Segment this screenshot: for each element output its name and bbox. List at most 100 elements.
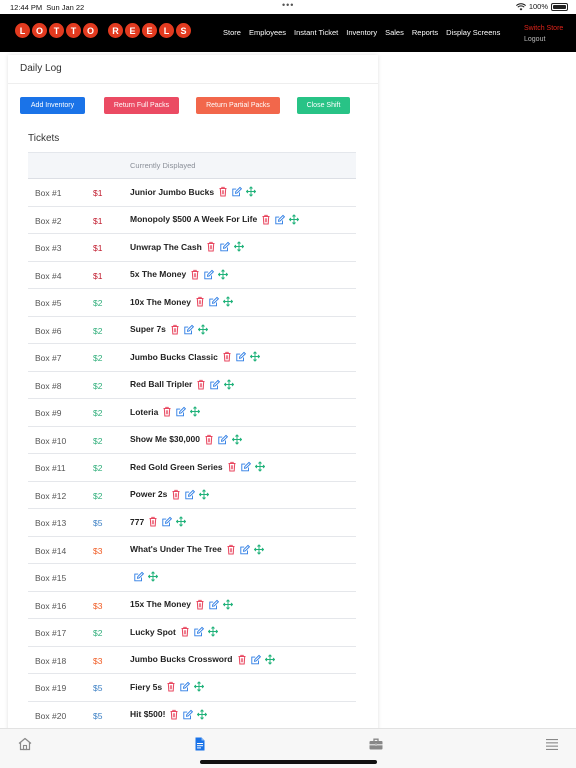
move-icon[interactable] <box>197 708 208 720</box>
move-icon[interactable] <box>197 323 208 335</box>
move-icon[interactable] <box>231 433 242 445</box>
delete-icon[interactable] <box>195 296 205 307</box>
edit-icon[interactable] <box>194 626 204 637</box>
move-icon[interactable] <box>233 241 244 252</box>
delete-icon[interactable] <box>162 406 172 417</box>
ticket-name: Super 7s <box>130 324 166 334</box>
edit-icon[interactable] <box>176 406 187 417</box>
status-bar: 12:44 PM Sun Jan 22 ••• 100% <box>0 0 576 14</box>
close-shift-button[interactable]: Close Shift <box>297 97 350 114</box>
ticket-name: Red Ball Tripler <box>130 379 193 389</box>
delete-icon[interactable] <box>171 489 181 500</box>
edit-icon[interactable] <box>210 379 221 390</box>
edit-icon[interactable] <box>180 681 191 692</box>
delete-icon[interactable] <box>261 214 271 225</box>
tab-inventory[interactable] <box>368 736 384 752</box>
ticket-price: $5 <box>93 710 103 721</box>
move-icon[interactable] <box>254 461 265 472</box>
move-icon[interactable] <box>249 351 260 362</box>
nav-link-sales[interactable]: Sales <box>385 28 404 37</box>
ticket-name: Junior Jumbo Bucks <box>130 186 215 197</box>
home-indicator[interactable] <box>200 760 377 764</box>
ticket-price: $1 <box>93 243 103 253</box>
ticket-price: $1 <box>93 215 103 226</box>
move-icon[interactable] <box>176 516 187 527</box>
delete-icon[interactable] <box>227 461 237 472</box>
nav-link-inventory[interactable]: Inventory <box>346 28 377 37</box>
ticket-name: 777 <box>130 516 145 527</box>
delete-icon[interactable] <box>226 544 236 555</box>
box-number: Box #4 <box>35 270 62 281</box>
nav-link-instant-ticket[interactable]: Instant Ticket <box>294 28 338 37</box>
delete-icon[interactable] <box>218 186 228 197</box>
move-icon[interactable] <box>222 598 233 610</box>
delete-icon[interactable] <box>166 681 176 692</box>
multitask-dots-icon[interactable]: ••• <box>282 0 294 10</box>
tab-menu[interactable] <box>544 736 560 752</box>
daily-log-card: Daily Log Add Inventory Return Full Pack… <box>8 55 378 735</box>
delete-icon[interactable] <box>195 599 205 610</box>
delete-icon[interactable] <box>206 241 216 252</box>
ticket-price: $2 <box>93 463 103 473</box>
edit-icon[interactable] <box>220 241 230 252</box>
move-icon[interactable] <box>264 653 275 665</box>
delete-icon[interactable] <box>222 351 232 362</box>
box-number: Box #15 <box>35 573 67 583</box>
switch-store-link[interactable]: Switch Store <box>524 23 563 34</box>
move-icon[interactable] <box>289 213 300 225</box>
box-number: Box #11 <box>35 463 66 473</box>
logo-gap <box>100 23 106 38</box>
menu-icon <box>546 739 558 750</box>
table-row: Box #5 $2 10x The Money <box>28 289 356 317</box>
return-full-packs-button[interactable]: Return Full Packs <box>104 97 179 114</box>
edit-icon[interactable] <box>162 516 173 527</box>
table-row: Box #13 $5 777 <box>28 509 356 537</box>
ticket-name: 10x The Money <box>130 296 191 307</box>
move-icon[interactable] <box>194 681 205 692</box>
edit-icon[interactable] <box>275 214 286 225</box>
logout-link[interactable]: Logout <box>524 34 563 45</box>
table-row: Box #19 $5 Fiery 5s <box>28 674 356 702</box>
move-icon[interactable] <box>190 406 201 417</box>
nav-link-store[interactable]: Store <box>223 28 241 37</box>
lotto-reels-logo[interactable]: LOTTOREELS <box>15 23 191 38</box>
edit-icon[interactable] <box>218 434 228 445</box>
move-icon[interactable] <box>246 186 257 197</box>
edit-icon[interactable] <box>232 186 243 197</box>
delete-icon[interactable] <box>170 324 180 335</box>
delete-icon[interactable] <box>237 654 247 665</box>
delete-icon[interactable] <box>169 709 179 720</box>
edit-icon[interactable] <box>236 351 246 362</box>
edit-icon[interactable] <box>240 461 251 472</box>
delete-icon[interactable] <box>196 379 206 390</box>
edit-icon[interactable] <box>209 599 219 610</box>
edit-icon[interactable] <box>204 269 215 280</box>
return-partial-packs-button[interactable]: Return Partial Packs <box>196 97 280 114</box>
move-icon[interactable] <box>253 543 264 555</box>
box-number: Box #8 <box>35 380 62 391</box>
nav-link-employees[interactable]: Employees <box>249 28 286 37</box>
move-icon[interactable] <box>199 488 210 500</box>
ticket-cell: Power 2s <box>130 488 210 500</box>
move-icon[interactable] <box>148 571 158 582</box>
move-icon[interactable] <box>224 378 235 390</box>
nav-link-display-screens[interactable]: Display Screens <box>446 28 500 37</box>
move-icon[interactable] <box>218 268 229 280</box>
nav-link-reports[interactable]: Reports <box>412 28 438 37</box>
move-icon[interactable] <box>222 296 233 307</box>
delete-icon[interactable] <box>180 626 190 637</box>
edit-icon[interactable] <box>183 709 194 720</box>
edit-icon[interactable] <box>240 544 250 555</box>
edit-icon[interactable] <box>209 296 219 307</box>
edit-icon[interactable] <box>134 571 144 582</box>
tab-home[interactable] <box>17 736 33 752</box>
tab-daily-log[interactable] <box>192 736 208 752</box>
delete-icon[interactable] <box>190 269 200 280</box>
delete-icon[interactable] <box>204 434 214 445</box>
add-inventory-button[interactable]: Add Inventory <box>20 97 85 114</box>
edit-icon[interactable] <box>184 324 194 335</box>
move-icon[interactable] <box>207 626 218 637</box>
edit-icon[interactable] <box>185 489 196 500</box>
edit-icon[interactable] <box>250 654 261 665</box>
delete-icon[interactable] <box>148 516 158 527</box>
